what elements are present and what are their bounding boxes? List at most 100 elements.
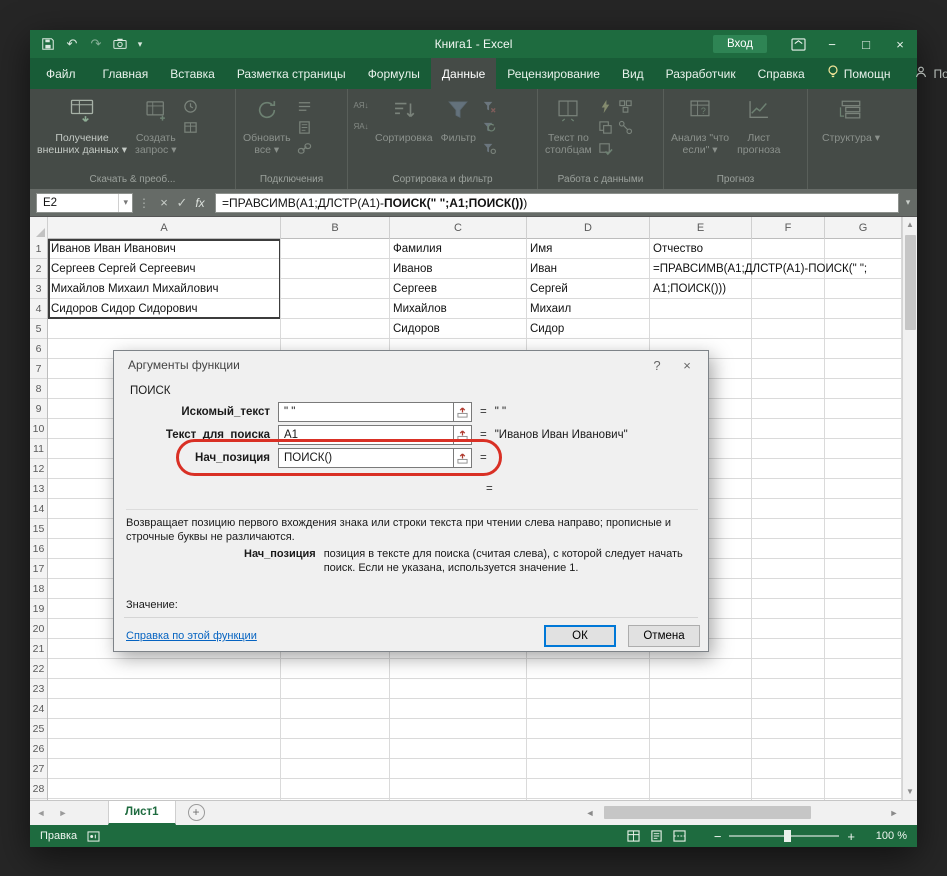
tab-developer[interactable]: Разработчик [655,58,747,89]
vertical-scroll-thumb[interactable] [905,235,916,330]
row-header-26[interactable]: 26 [30,739,47,759]
row-header-15[interactable]: 15 [30,519,47,539]
confirm-entry-icon[interactable]: ✓ [173,193,191,213]
normal-view-icon[interactable] [627,830,640,842]
row-header-20[interactable]: 20 [30,619,47,639]
ribbon-display-options-icon[interactable] [781,30,815,58]
insert-function-icon[interactable]: fx [191,193,209,213]
cell-E3[interactable]: A1;ПОИСК())) [653,279,726,299]
share-button[interactable]: Поделиться [901,58,947,89]
row-header-22[interactable]: 22 [30,659,47,679]
tab-review[interactable]: Рецензирование [496,58,611,89]
column-header-D[interactable]: D [527,217,650,239]
tab-view[interactable]: Вид [611,58,655,89]
cell-D2[interactable]: Иван [530,259,557,279]
row-header-14[interactable]: 14 [30,499,47,519]
cell-A3[interactable]: Михайлов Михаил Михайлович [51,279,219,299]
sort-button[interactable]: Сортировка [371,93,437,146]
row-header-12[interactable]: 12 [30,459,47,479]
vertical-scrollbar[interactable]: ▲ ▼ [902,217,917,800]
outline-button[interactable]: Структура ▾ [818,93,884,146]
row-header-28[interactable]: 28 [30,779,47,799]
column-header-E[interactable]: E [650,217,752,239]
row-header-25[interactable]: 25 [30,719,47,739]
macro-record-icon[interactable] [87,830,101,842]
row-header-7[interactable]: 7 [30,359,47,379]
expand-formula-bar-icon[interactable]: ▾ [899,197,917,208]
horizontal-scrollbar[interactable]: ◄ ► [582,801,902,824]
page-break-view-icon[interactable] [673,830,686,842]
filter-button[interactable]: Фильтр [437,93,480,146]
new-sheet-icon[interactable]: + [187,804,205,821]
start-num-input[interactable]: ПОИСК() [278,448,454,468]
collapse-dialog-icon[interactable] [454,425,472,445]
zoom-level[interactable]: 100 % [863,830,907,842]
qat-customize-icon[interactable]: ▾ [134,34,146,54]
reapply-filter-icon[interactable] [480,118,500,136]
redo-icon[interactable]: ↷ [86,34,106,54]
recent-sources-icon[interactable] [181,97,201,115]
cell-D4[interactable]: Михаил [530,299,571,319]
scroll-down-icon[interactable]: ▼ [903,784,917,800]
scroll-up-icon[interactable]: ▲ [903,217,917,233]
cell-D1[interactable]: Имя [530,239,552,259]
sheet-nav-left-icon[interactable]: ◄ [30,801,52,825]
zoom-slider[interactable] [729,830,840,842]
row-header-1[interactable]: 1 [30,239,47,259]
find-text-input[interactable]: " " [278,402,454,422]
select-all-corner[interactable] [30,217,48,239]
row-header-21[interactable]: 21 [30,639,47,659]
dialog-title-bar[interactable]: Аргументы функции ? × [114,351,708,379]
clear-filter-icon[interactable] [480,97,500,115]
scroll-left-icon[interactable]: ◄ [582,808,598,818]
row-header-18[interactable]: 18 [30,579,47,599]
cell-C4[interactable]: Михайлов [393,299,447,319]
minimize-button[interactable]: − [815,30,849,58]
row-header-4[interactable]: 4 [30,299,47,319]
camera-icon[interactable] [110,34,130,54]
tell-me-box[interactable]: Помощн [816,58,902,89]
dialog-help-icon[interactable]: ? [644,354,670,376]
row-header-9[interactable]: 9 [30,399,47,419]
page-layout-view-icon[interactable] [650,830,663,842]
name-box-dropdown-icon[interactable]: ▾ [118,193,132,212]
row-header-16[interactable]: 16 [30,539,47,559]
sheet-tab-list1[interactable]: Лист1 [108,801,176,825]
scroll-right-icon[interactable]: ► [886,808,902,818]
cell-A4[interactable]: Сидоров Сидор Сидорович [51,299,198,319]
cell-C1[interactable]: Фамилия [393,239,442,259]
forecast-sheet-button[interactable]: Лист прогноза [733,93,784,158]
sign-in-button[interactable]: Вход [712,35,767,53]
remove-duplicates-icon[interactable] [596,118,616,136]
tab-page-layout[interactable]: Разметка страницы [226,58,357,89]
cell-C3[interactable]: Сергеев [393,279,437,299]
cell-E1[interactable]: Отчество [653,239,703,259]
tab-formulas[interactable]: Формулы [357,58,431,89]
row-header-23[interactable]: 23 [30,679,47,699]
within-text-input[interactable]: A1 [278,425,454,445]
tab-help[interactable]: Справка [747,58,816,89]
cell-A2[interactable]: Сергеев Сергей Сергеевич [51,259,196,279]
collapse-dialog-icon[interactable] [454,448,472,468]
name-box[interactable]: E2 ▾ [36,192,133,213]
column-header-B[interactable]: B [281,217,390,239]
tab-file[interactable]: Файл [30,58,92,89]
cell-C2[interactable]: Иванов [393,259,433,279]
consolidate-icon[interactable] [616,97,636,115]
cancel-entry-icon[interactable]: × [155,193,173,213]
sort-za-icon[interactable]: ЯА↓ [351,118,371,136]
collapse-dialog-icon[interactable] [454,402,472,422]
from-table-icon[interactable] [181,118,201,136]
flash-fill-icon[interactable] [596,97,616,115]
function-help-link[interactable]: Справка по этой функции [126,630,257,642]
row-header-6[interactable]: 6 [30,339,47,359]
data-validation-icon[interactable] [596,139,616,157]
row-header-13[interactable]: 13 [30,479,47,499]
tab-insert[interactable]: Вставка [159,58,226,89]
zoom-slider-thumb[interactable] [784,830,792,842]
cell-A1[interactable]: Иванов Иван Иванович [51,239,176,259]
cell-D3[interactable]: Сергей [530,279,568,299]
edit-links-icon[interactable] [295,139,315,157]
formula-bar-splitter[interactable]: ⋮ [138,196,150,210]
advanced-filter-icon[interactable] [480,139,500,157]
